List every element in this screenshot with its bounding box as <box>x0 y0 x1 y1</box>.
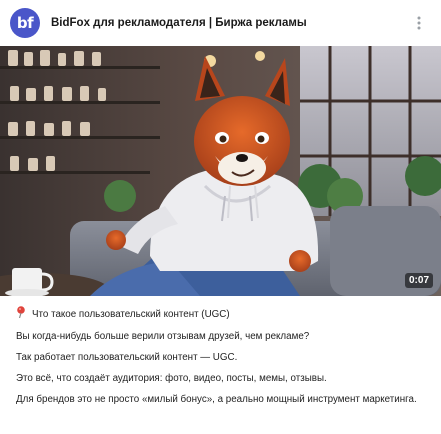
video-duration-badge: 0:07 <box>404 273 433 288</box>
post-line: Вы когда-нибудь больше верили отзывам др… <box>16 331 310 342</box>
video-thumbnail <box>0 46 441 296</box>
community-title[interactable]: BidFox для рекламодателя | Биржа рекламы <box>51 17 407 29</box>
post-line-text: Что такое пользовательский контент (UGC) <box>32 308 230 320</box>
post-card: bf BidFox для рекламодателя | Биржа рекл… <box>0 0 441 434</box>
post-text: Что такое пользовательский контент (UGC)… <box>0 296 441 406</box>
pin-icon <box>16 306 28 322</box>
post-line: Для брендов это не просто «милый бонус»,… <box>16 394 417 405</box>
more-options-icon[interactable] <box>407 11 431 35</box>
post-line: Что такое пользовательский контент (UGC) <box>16 306 423 322</box>
post-line: Так работает пользовательский контент — … <box>16 352 238 363</box>
post-line: Это всё, что создаёт аудитория: фото, ви… <box>16 373 327 384</box>
avatar[interactable]: bf <box>10 8 40 38</box>
post-header: bf BidFox для рекламодателя | Биржа рекл… <box>0 0 441 46</box>
video-player[interactable]: 0:07 <box>0 46 441 296</box>
